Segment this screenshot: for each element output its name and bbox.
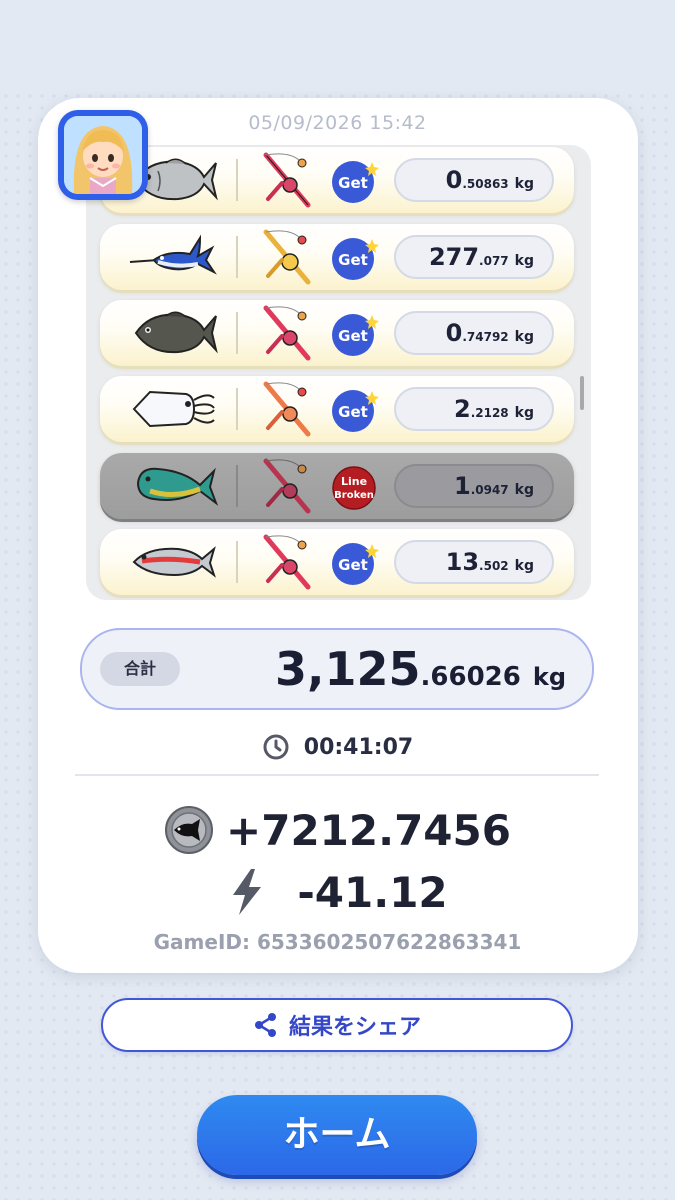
home-button[interactable]: ホーム — [197, 1095, 477, 1175]
total-weight-panel: 合計 3,125.66026 kg — [80, 628, 594, 710]
svg-text:Broken: Broken — [334, 490, 374, 501]
player-avatar[interactable] — [58, 110, 148, 200]
divider — [75, 774, 599, 776]
weight-display: 0.50863 kg — [394, 158, 554, 202]
orange-rod-icon — [263, 381, 311, 437]
fish-coin-icon — [165, 806, 214, 854]
dark-porgy-fish-icon — [134, 311, 218, 354]
catch-row-line-broken[interactable]: Line Broken 1.0947 kg — [100, 453, 574, 519]
avatar-character-icon — [64, 116, 142, 194]
get-badge-icon: Get — [332, 543, 379, 585]
energy-spent-value: -41.12 — [297, 867, 448, 917]
coins-earned: +7212.7456 — [0, 800, 675, 860]
share-icon — [254, 1013, 276, 1037]
list-scrollbar[interactable] — [580, 376, 584, 410]
total-label: 合計 — [100, 652, 180, 686]
weight-display: 1.0947 kg — [394, 464, 554, 508]
get-badge-icon: Get — [332, 390, 379, 432]
lightning-icon — [233, 869, 262, 915]
svg-text:Get: Get — [338, 174, 368, 192]
catch-row[interactable]: Get 0.50863 kg — [100, 147, 574, 213]
svg-text:Line: Line — [341, 475, 367, 488]
elapsed-time: 00:41:07 — [0, 730, 675, 764]
svg-text:Get: Get — [338, 327, 368, 345]
energy-spent: -41.12 — [0, 862, 675, 922]
weight-display: 13.502 kg — [394, 540, 554, 584]
coins-earned-value: +7212.7456 — [226, 805, 511, 855]
weight-display: 277.077 kg — [394, 235, 554, 279]
svg-text:Get: Get — [338, 556, 368, 574]
catch-row[interactable]: Get 2.2128 kg — [100, 376, 574, 442]
mahi-mahi-fish-icon — [136, 467, 218, 506]
clock-icon — [263, 734, 289, 760]
get-badge-icon: Get — [332, 314, 379, 356]
weight-display: 0.74792 kg — [394, 311, 554, 355]
red-rod-icon — [263, 152, 311, 208]
gold-rod-icon — [263, 229, 311, 285]
neon-fish-icon — [132, 546, 216, 578]
get-badge-icon: Get — [332, 238, 379, 280]
red-rod-icon — [263, 458, 311, 514]
catch-row[interactable]: Get 0.74792 kg — [100, 300, 574, 366]
share-button-label: 結果をシェア — [288, 1015, 421, 1040]
weight-display: 2.2128 kg — [394, 387, 554, 431]
red-rod-icon — [263, 534, 311, 590]
red-rod-icon — [263, 305, 311, 361]
line-broken-badge-icon: Line Broken — [332, 466, 376, 510]
svg-text:Get: Get — [338, 403, 368, 421]
total-weight-value: 3,125.66026 kg — [275, 642, 566, 696]
squid-icon — [132, 390, 215, 428]
catch-row[interactable]: Get 13.502 kg — [100, 529, 574, 595]
svg-text:Get: Get — [338, 251, 368, 269]
get-badge-icon: Get — [332, 161, 379, 203]
catch-row[interactable]: Get 277.077 kg — [100, 224, 574, 290]
elapsed-time-value: 00:41:07 — [303, 734, 414, 760]
marlin-fish-icon — [129, 234, 217, 275]
share-results-button[interactable]: 結果をシェア — [101, 998, 573, 1052]
game-id: GameID: 6533602507622863341 — [153, 930, 522, 954]
